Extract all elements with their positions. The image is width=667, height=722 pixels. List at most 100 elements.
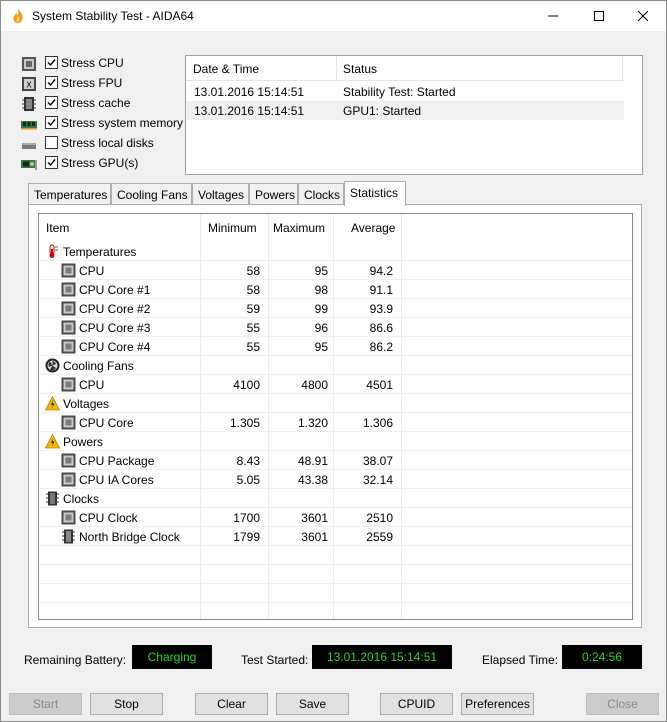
stress-memory-checkbox[interactable] [45, 116, 58, 129]
test-log-list[interactable]: Date & Time Status 13.01.2016 15:14:51 S… [185, 55, 643, 175]
table-row[interactable]: North Bridge Clock 1799 3601 2559 [39, 527, 632, 546]
close-window-button[interactable] [620, 1, 666, 31]
close-button[interactable]: Close [586, 693, 659, 715]
tab-voltages[interactable]: Voltages [192, 183, 249, 205]
table-row[interactable]: CPU IA Cores 5.05 43.38 32.14 [39, 470, 632, 489]
stress-fpu-checkbox[interactable] [45, 76, 58, 89]
tab-clocks[interactable]: Clocks [298, 183, 344, 205]
row-name: CPU Core #2 [79, 302, 151, 316]
table-row[interactable]: CPU Core 1.305 1.320 1.306 [39, 413, 632, 432]
aida64-flame-icon [13, 9, 23, 23]
log-header-separator [622, 56, 623, 81]
header-maximum[interactable]: Maximum [273, 221, 325, 235]
row-name: Powers [63, 435, 104, 449]
log-header-separator [336, 56, 337, 81]
group-row[interactable]: Powers [39, 432, 632, 451]
row-minimum: 1799 [233, 530, 260, 544]
table-row[interactable]: CPU 58 95 94.2 [39, 261, 632, 280]
tab-powers[interactable]: Powers [249, 183, 298, 205]
group-row[interactable]: Clocks [39, 489, 632, 508]
checkmark-icon [47, 99, 56, 107]
table-row[interactable]: CPU Clock 1700 3601 2510 [39, 508, 632, 527]
row-maximum: 95 [314, 264, 328, 278]
stress-cache-checkbox[interactable] [45, 96, 58, 109]
table-row[interactable]: CPU 4100 4800 4501 [39, 375, 632, 394]
checkmark-icon [47, 159, 56, 167]
group-row[interactable]: Voltages [39, 394, 632, 413]
stress-cpu-label: Stress CPU [61, 56, 124, 70]
row-maximum: 43.38 [297, 473, 328, 487]
preferences-button[interactable]: Preferences [461, 693, 534, 715]
header-minimum[interactable]: Minimum [208, 221, 257, 235]
row-name: CPU [79, 264, 105, 278]
header-item[interactable]: Item [46, 221, 69, 235]
stress-disks-checkbox[interactable] [45, 136, 58, 149]
save-button[interactable]: Save [276, 693, 349, 715]
log-time: 13.01.2016 15:14:51 [194, 85, 305, 99]
log-header: Date & Time Status [186, 56, 624, 81]
log-row[interactable]: 13.01.2016 15:14:51 Stability Test: Star… [186, 82, 624, 101]
row-average: 86.2 [369, 340, 393, 354]
start-button[interactable]: Start [9, 693, 82, 715]
table-row[interactable]: CPU Package 8.43 48.91 38.07 [39, 451, 632, 470]
row-minimum: 58 [246, 264, 260, 278]
stress-disks-label: Stress local disks [61, 136, 154, 150]
close-icon [638, 11, 648, 21]
log-header-status[interactable]: Status [343, 62, 377, 76]
thermometer-icon [45, 244, 60, 259]
row-name: Temperatures [63, 245, 137, 259]
cpuid-button[interactable]: CPUID [380, 693, 453, 715]
row-name: CPU [79, 378, 105, 392]
table-row[interactable]: CPU Core #2 59 99 93.9 [39, 299, 632, 318]
row-average: 2510 [366, 511, 393, 525]
log-row[interactable]: 13.01.2016 15:14:51 GPU1: Started [186, 101, 624, 120]
row-minimum: 55 [246, 340, 260, 354]
row-average: 91.1 [369, 283, 393, 297]
stress-memory-option[interactable]: Stress system memory [21, 114, 191, 134]
clock-chip-icon [45, 491, 60, 506]
battery-label: Remaining Battery: [24, 653, 127, 667]
tab-statistics[interactable]: Statistics [344, 181, 406, 206]
statistics-header: Item Minimum Maximum Average [39, 214, 632, 242]
row-name: CPU Clock [79, 511, 138, 525]
table-row[interactable]: CPU Core #4 55 95 86.2 [39, 337, 632, 356]
stop-button[interactable]: Stop [90, 693, 163, 715]
cache-chip-icon [22, 97, 36, 111]
cpu-chip-icon [61, 377, 76, 392]
header-average[interactable]: Average [351, 221, 395, 235]
stress-cache-option[interactable]: Stress cache [21, 94, 191, 114]
group-row[interactable]: Cooling Fans [39, 356, 632, 375]
stress-gpu-option[interactable]: Stress GPU(s) [21, 154, 191, 174]
row-name: CPU Core [79, 416, 134, 430]
stress-disks-option[interactable]: Stress local disks [21, 134, 191, 154]
title-bar[interactable]: System Stability Test - AIDA64 [1, 1, 666, 31]
row-maximum: 95 [314, 340, 328, 354]
stress-cpu-checkbox[interactable] [45, 56, 58, 69]
checkmark-icon [47, 119, 56, 127]
maximize-button[interactable] [576, 1, 622, 31]
test-started-label: Test Started: [241, 653, 309, 667]
tab-temperatures[interactable]: Temperatures [28, 183, 111, 205]
log-header-datetime[interactable]: Date & Time [193, 62, 259, 76]
row-name: CPU Core #4 [79, 340, 151, 354]
row-minimum: 1700 [233, 511, 260, 525]
svg-text:X: X [26, 81, 32, 90]
battery-display: Charging [132, 645, 212, 669]
stress-fpu-option[interactable]: X Stress FPU [21, 74, 191, 94]
stress-cpu-option[interactable]: Stress CPU [21, 54, 191, 74]
group-row[interactable]: Temperatures [39, 242, 632, 261]
minimize-button[interactable] [530, 1, 576, 31]
statistics-table[interactable]: Item Minimum Maximum Average Temperature… [38, 213, 633, 620]
elapsed-time-display: 0:24:56 [562, 645, 642, 669]
row-average: 32.14 [362, 473, 393, 487]
memory-module-icon [21, 121, 37, 130]
table-row[interactable]: CPU Core #1 58 98 91.1 [39, 280, 632, 299]
stress-gpu-checkbox[interactable] [45, 156, 58, 169]
row-name: CPU Core #3 [79, 321, 151, 335]
row-minimum: 1.305 [229, 416, 260, 430]
maximize-icon [594, 11, 604, 21]
cpu-chip-icon [61, 282, 76, 297]
table-row[interactable]: CPU Core #3 55 96 86.6 [39, 318, 632, 337]
tab-cooling-fans[interactable]: Cooling Fans [111, 183, 192, 205]
clear-button[interactable]: Clear [195, 693, 268, 715]
